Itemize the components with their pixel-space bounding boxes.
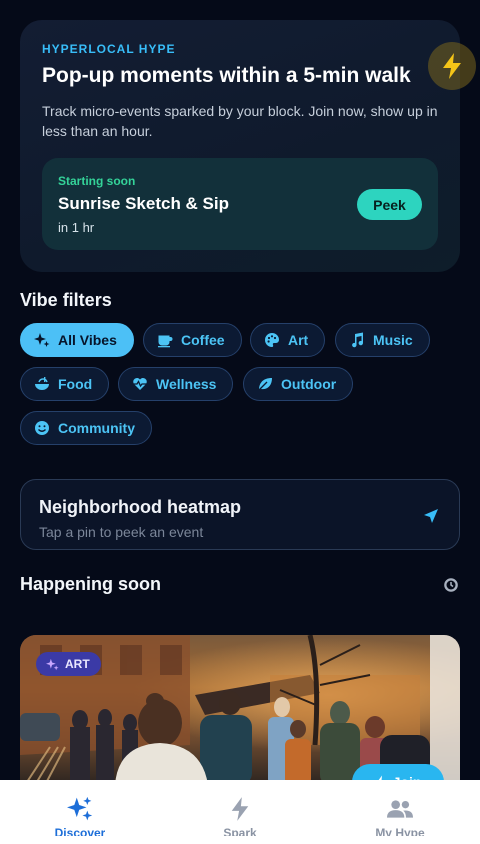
chip-label: Outdoor: [281, 376, 337, 392]
event-time: in 1 hr: [58, 220, 95, 235]
chip-community[interactable]: Community: [20, 411, 152, 445]
palette-icon: [265, 333, 279, 347]
starting-soon-label: Starting soon: [58, 174, 136, 188]
chip-label: All Vibes: [58, 332, 117, 348]
vibe-filters-title: Vibe filters: [20, 290, 112, 310]
chip-wellness[interactable]: Wellness: [118, 367, 234, 401]
starting-soon-card[interactable]: Starting soon Sunrise Sketch & Sip in 1 …: [42, 158, 438, 250]
hero-card: HYPERLOCAL HYPE Pop-up moments within a …: [20, 20, 460, 272]
chip-label: Food: [58, 376, 93, 392]
leaf-icon: [258, 378, 272, 391]
happening-soon-title: Happening soon: [20, 574, 161, 594]
bottom-navigation: Discover Spark My Hype: [0, 780, 480, 844]
peek-button[interactable]: Peek: [357, 189, 422, 220]
coffee-cup-icon: [158, 335, 173, 348]
lightning-bolt-icon[interactable]: [428, 42, 476, 90]
neighborhood-heatmap-card[interactable]: Neighborhood heatmap Tap a pin to peek a…: [20, 479, 460, 550]
nav-discover[interactable]: Discover: [0, 780, 160, 844]
lightning-bolt-icon: [231, 797, 249, 821]
chip-label: Art: [288, 332, 309, 348]
event-card[interactable]: ART Join: [20, 635, 460, 785]
nav-label: Discover: [54, 826, 106, 836]
nav-label: My Hype: [375, 826, 425, 836]
heatmap-title: Neighborhood heatmap: [39, 497, 241, 517]
hero-eyebrow: HYPERLOCAL HYPE: [42, 42, 176, 56]
chip-outdoor[interactable]: Outdoor: [243, 367, 354, 401]
nav-my-hype[interactable]: My Hype: [320, 780, 480, 844]
chip-coffee[interactable]: Coffee: [143, 323, 242, 357]
heart-pulse-icon: [133, 378, 147, 390]
nav-label: Spark: [223, 826, 257, 836]
hero-description: Track micro-events sparked by your block…: [42, 103, 438, 139]
chip-art[interactable]: Art: [250, 323, 326, 357]
smiley-icon: [35, 421, 49, 435]
heatmap-subtitle: Tap a pin to peek an event: [39, 524, 204, 540]
chip-label: Coffee: [181, 332, 225, 348]
people-icon: [387, 800, 413, 818]
chip-food[interactable]: Food: [20, 367, 110, 401]
sparkles-icon: [67, 796, 93, 821]
chip-label: Community: [58, 420, 135, 436]
chip-all-vibes[interactable]: All Vibes: [20, 323, 134, 357]
chip-label: Wellness: [156, 376, 217, 392]
sparkles-icon: [34, 333, 50, 347]
category-tag-label: ART: [65, 657, 90, 671]
chip-music[interactable]: Music: [335, 323, 430, 357]
navigation-arrow-icon[interactable]: [423, 508, 439, 524]
food-bowl-icon: [35, 377, 49, 390]
sparkles-icon: [46, 658, 59, 670]
hero-title: Pop-up moments within a 5-min walk: [42, 64, 411, 87]
category-tag: ART: [36, 652, 101, 676]
chip-label: Music: [373, 332, 413, 348]
nav-spark[interactable]: Spark: [160, 780, 320, 844]
music-note-icon: [352, 332, 364, 348]
history-icon[interactable]: [443, 577, 459, 593]
